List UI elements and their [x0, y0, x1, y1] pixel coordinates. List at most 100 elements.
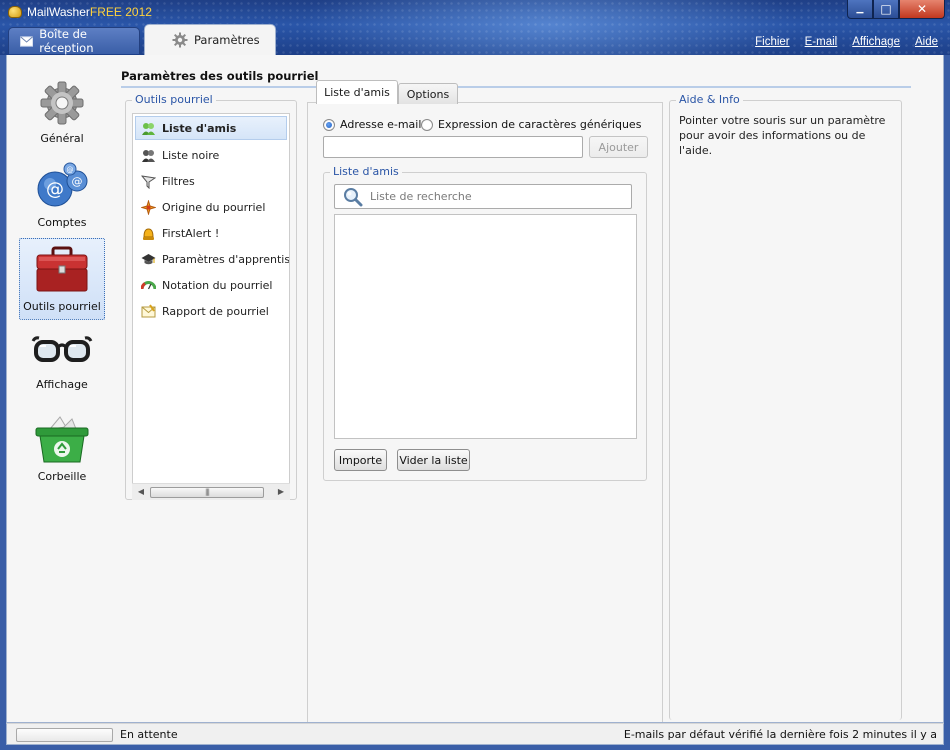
- last-check-status: E-mails par défaut vérifié la dernière f…: [623, 728, 937, 741]
- recycle-bin-icon: [35, 416, 89, 463]
- maximize-icon: □: [880, 2, 892, 16]
- tab-friends-list[interactable]: Liste d'amis: [316, 80, 398, 104]
- tool-label: Liste noire: [162, 148, 220, 162]
- toolbox-icon: [36, 246, 88, 292]
- spam-tools-list: Liste d'amis Liste noire Filtres Origine…: [132, 113, 290, 500]
- tool-label: Origine du pourriel: [162, 200, 266, 214]
- import-button[interactable]: Importe: [334, 449, 387, 471]
- tool-item-friends-list[interactable]: Liste d'amis: [135, 116, 287, 140]
- scroll-thumb[interactable]: |||: [150, 487, 264, 498]
- close-button[interactable]: ✕: [899, 0, 945, 19]
- app-title: MailWasherFREE 2012: [8, 4, 152, 20]
- import-button-label: Importe: [338, 453, 383, 467]
- nav-item-spam-tools[interactable]: Outils pourriel: [19, 238, 105, 320]
- nav-item-view[interactable]: Affichage: [19, 333, 105, 403]
- envelope-icon: [20, 35, 34, 47]
- tool-item-spam-report[interactable]: Rapport de pourriel: [133, 298, 289, 324]
- section-title: Paramètres des outils pourriel: [121, 69, 319, 83]
- tool-label: FirstAlert !: [162, 226, 220, 240]
- radio-wildcard-expression[interactable]: Expression de caractères génériques: [421, 118, 641, 131]
- blacklist-icon: [142, 149, 155, 162]
- at-sign-icon: @ @ @: [37, 162, 88, 207]
- minimize-button[interactable]: ▁: [847, 0, 873, 19]
- menu-file[interactable]: Fichier: [755, 36, 790, 48]
- glasses-icon: [31, 336, 93, 362]
- tool-label: Filtres: [162, 174, 195, 188]
- alert-icon: [143, 227, 154, 240]
- tool-item-spam-rating[interactable]: Notation du pourriel: [133, 272, 289, 298]
- close-icon: ✕: [916, 2, 928, 16]
- email-address-input[interactable]: [323, 136, 583, 158]
- tool-label: Rapport de pourriel: [162, 304, 269, 318]
- mailwasher-logo-icon: [8, 6, 22, 18]
- nav-label-view: Affichage: [36, 378, 88, 391]
- radio-email-label: Adresse e-mail: [340, 118, 422, 131]
- help-text: Pointer votre souris sur un paramètre po…: [679, 114, 886, 157]
- spam-tools-hscrollbar[interactable]: ◀ ||| ▶: [132, 483, 290, 500]
- status-text: En attente: [120, 728, 178, 741]
- svg-text:@: @: [46, 179, 64, 200]
- help-info-group: Aide & Info: [669, 93, 902, 720]
- clear-list-button[interactable]: Vider la liste: [397, 449, 470, 471]
- progress-bar: [16, 728, 113, 742]
- nav-label-accounts: Comptes: [37, 216, 87, 229]
- help-info-legend: Aide & Info: [676, 93, 743, 106]
- radio-button-unchecked[interactable]: [421, 118, 433, 131]
- clear-list-button-label: Vider la liste: [399, 453, 468, 467]
- gauge-icon: [141, 280, 156, 289]
- menu-view[interactable]: Affichage: [852, 36, 900, 48]
- friends-list-box[interactable]: [334, 214, 637, 439]
- radio-button-checked[interactable]: [323, 118, 335, 131]
- menu-help[interactable]: Aide: [915, 36, 938, 48]
- tool-item-blacklist[interactable]: Liste noire: [133, 142, 289, 168]
- tab-inbox-label: Boîte de réception: [39, 27, 94, 55]
- tab-friends-list-label: Liste d'amis: [324, 86, 390, 99]
- menu-bar: Fichier E-mail Affichage Aide: [755, 36, 938, 48]
- settings-panel: Général @ @ @ Comptes Outils pourriel Af…: [6, 55, 944, 723]
- gear-icon: [40, 81, 84, 125]
- app-title-prefix: MailWasher: [27, 5, 90, 19]
- tab-inbox[interactable]: Boîte de réception: [8, 27, 140, 55]
- section-divider: [121, 86, 911, 88]
- nav-item-general[interactable]: Général: [19, 77, 105, 147]
- radio-expr-label: Expression de caractères génériques: [438, 118, 642, 131]
- friends-icon: [142, 122, 155, 135]
- app-title-suffix: FREE 2012: [89, 5, 152, 19]
- tool-label: Notation du pourriel: [162, 278, 273, 292]
- graduation-cap-icon: [141, 253, 156, 264]
- menu-email[interactable]: E-mail: [805, 36, 838, 48]
- radio-email-address[interactable]: Adresse e-mail: [323, 118, 421, 131]
- scroll-right-icon[interactable]: ▶: [275, 486, 287, 498]
- tab-options[interactable]: Options: [398, 83, 458, 104]
- search-icon: [344, 188, 363, 207]
- tool-item-filters[interactable]: Filtres: [133, 168, 289, 194]
- nav-item-recycle-bin[interactable]: Corbeille: [19, 415, 105, 485]
- status-bar: En attente E-mails par défaut vérifié la…: [6, 723, 944, 745]
- minimize-icon: ▁: [856, 4, 864, 14]
- window-controls: ▁ □ ✕: [847, 0, 945, 19]
- svg-text:@: @: [67, 166, 74, 174]
- filter-icon: [141, 174, 156, 189]
- svg-text:@: @: [72, 175, 83, 188]
- maximize-button[interactable]: □: [873, 0, 899, 19]
- tab-settings[interactable]: Paramètres: [144, 24, 276, 55]
- tool-label: Paramètres d'apprentissage: [162, 252, 290, 266]
- tool-item-spam-origin[interactable]: Origine du pourriel: [133, 194, 289, 220]
- spam-tools-legend: Outils pourriel: [132, 93, 216, 106]
- report-icon: [141, 303, 156, 317]
- tab-options-label: Options: [406, 87, 450, 101]
- tab-settings-label: Paramètres: [194, 33, 260, 47]
- tool-item-learning-settings[interactable]: Paramètres d'apprentissage: [133, 246, 289, 272]
- scroll-left-icon[interactable]: ◀: [135, 486, 147, 498]
- spam-origin-icon: [141, 199, 156, 215]
- gear-icon: [172, 32, 188, 48]
- tool-item-firstalert[interactable]: FirstAlert !: [133, 220, 289, 246]
- friends-search-input[interactable]: Liste de recherche: [334, 184, 632, 209]
- search-placeholder: Liste de recherche: [370, 190, 472, 203]
- nav-label-general: Général: [40, 132, 84, 145]
- nav-label-recycle-bin: Corbeille: [37, 470, 87, 483]
- nav-item-accounts[interactable]: @ @ @ Comptes: [19, 161, 105, 233]
- nav-label-spam-tools: Outils pourriel: [23, 300, 101, 313]
- add-button[interactable]: Ajouter: [589, 136, 648, 158]
- tool-label: Liste d'amis: [162, 121, 237, 135]
